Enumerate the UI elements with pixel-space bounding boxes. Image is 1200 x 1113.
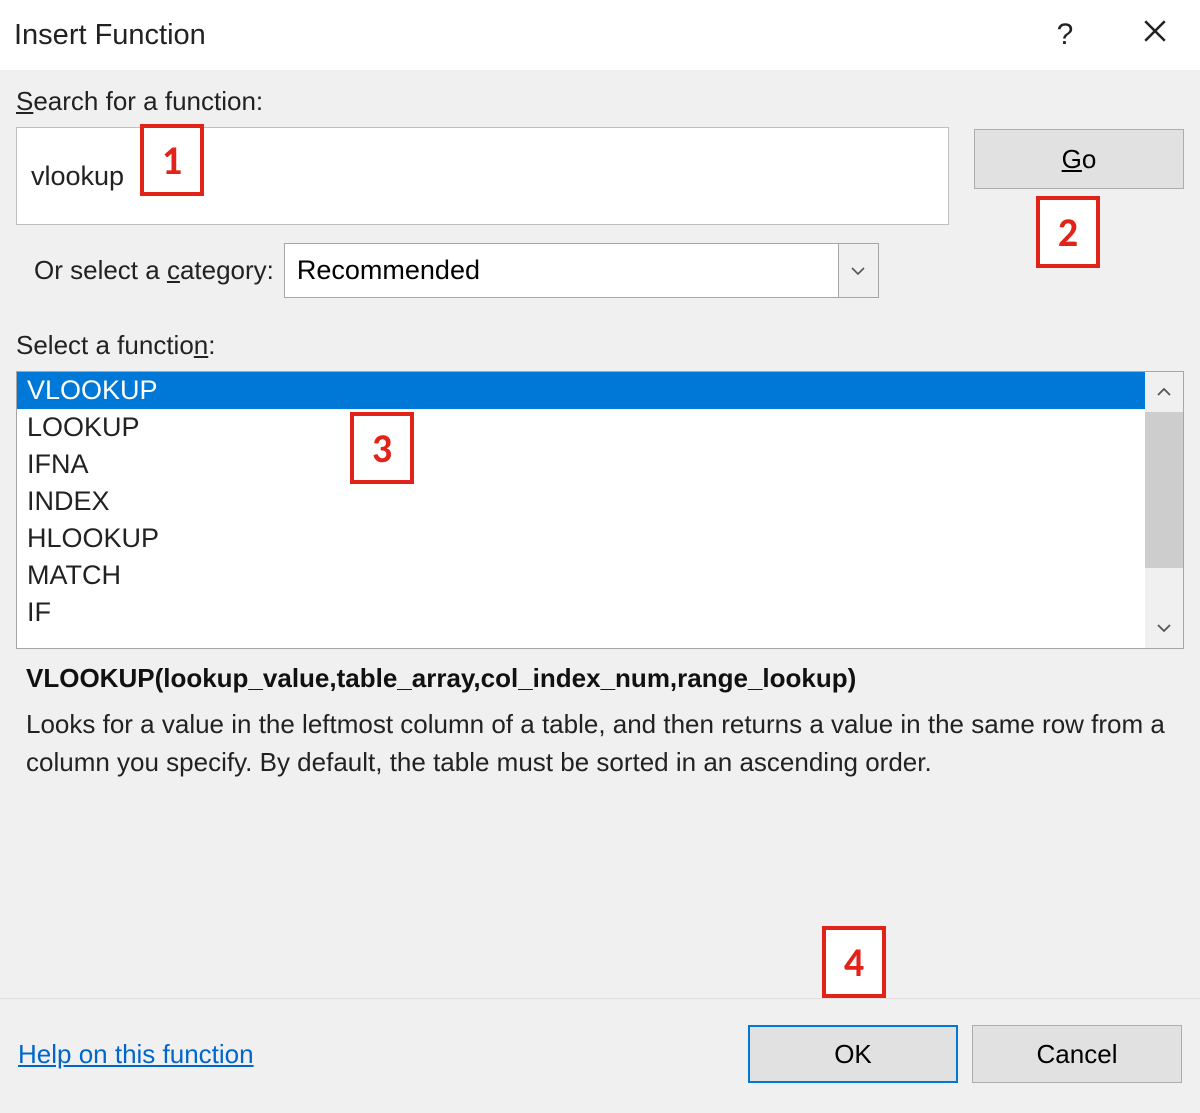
list-item[interactable]: VLOOKUP <box>17 372 1145 409</box>
callout-3: 3 <box>350 412 414 484</box>
help-link[interactable]: Help on this function <box>18 1039 254 1070</box>
list-item[interactable]: MATCH <box>17 557 1145 594</box>
chevron-down-icon <box>850 266 866 276</box>
dialog-footer: Help on this function OK Cancel <box>0 998 1200 1113</box>
chevron-up-icon <box>1156 387 1172 397</box>
scroll-down-button[interactable] <box>1145 608 1183 648</box>
callout-4: 4 <box>822 926 886 998</box>
dialog-title: Insert Function <box>14 19 206 52</box>
list-item[interactable]: HLOOKUP <box>17 520 1145 557</box>
titlebar-buttons: ? <box>1040 18 1180 52</box>
go-button[interactable]: Go <box>974 129 1184 189</box>
close-icon <box>1142 18 1168 44</box>
category-label: Or select a category: <box>16 255 274 286</box>
function-listbox[interactable]: VLOOKUP LOOKUP IFNA INDEX HLOOKUP MATCH … <box>17 372 1145 648</box>
list-item[interactable]: LOOKUP <box>17 409 1145 446</box>
list-item[interactable]: IFNA <box>17 446 1145 483</box>
chevron-down-icon <box>1156 623 1172 633</box>
dropdown-button[interactable] <box>838 244 878 297</box>
close-button[interactable] <box>1130 18 1180 52</box>
help-button[interactable]: ? <box>1040 18 1090 52</box>
category-select[interactable]: Recommended <box>284 243 879 298</box>
cancel-button[interactable]: Cancel <box>972 1025 1182 1083</box>
titlebar: Insert Function ? <box>0 0 1200 70</box>
category-selected-value: Recommended <box>297 255 480 286</box>
callout-2: 2 <box>1036 196 1100 268</box>
category-row: Or select a category: Recommended <box>16 243 1184 298</box>
ok-button[interactable]: OK <box>748 1025 958 1083</box>
list-item[interactable]: IF <box>17 594 1145 631</box>
search-label: Search for a function: <box>16 86 1184 117</box>
function-listbox-wrapper: VLOOKUP LOOKUP IFNA INDEX HLOOKUP MATCH … <box>16 371 1184 649</box>
scroll-thumb[interactable] <box>1145 412 1183 568</box>
callout-1: 1 <box>140 124 204 196</box>
function-description: Looks for a value in the leftmost column… <box>16 706 1184 781</box>
list-item[interactable]: INDEX <box>17 483 1145 520</box>
select-function-label: Select a function: <box>16 330 1184 361</box>
scrollbar[interactable] <box>1145 372 1183 648</box>
dialog-body: Search for a function: Go Or select a ca… <box>0 70 1200 1113</box>
scroll-track[interactable] <box>1145 412 1183 608</box>
scroll-up-button[interactable] <box>1145 372 1183 412</box>
function-signature: VLOOKUP(lookup_value,table_array,col_ind… <box>16 663 1184 694</box>
footer-buttons: OK Cancel <box>748 1025 1182 1083</box>
